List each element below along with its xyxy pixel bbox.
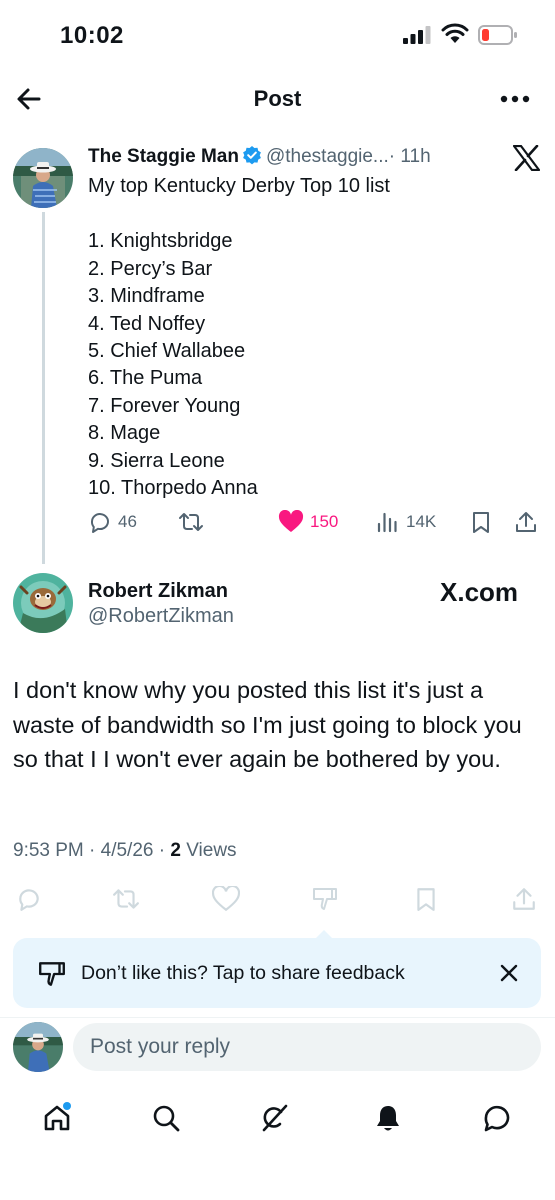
tweet-time: · 11h <box>388 146 431 167</box>
reply-button[interactable]: 46 <box>88 510 137 534</box>
dislike-icon <box>39 962 65 986</box>
share-icon[interactable] <box>511 886 537 912</box>
post-timestamp: 9:53 PM · 4/5/26 · <box>13 840 171 861</box>
dislike-icon[interactable] <box>311 886 339 912</box>
reply-count: 46 <box>118 512 137 531</box>
list-item: 7. Forever Young <box>88 394 241 417</box>
nav-notifications[interactable] <box>368 1098 408 1138</box>
reply-input[interactable] <box>73 1023 541 1071</box>
repost-button[interactable] <box>178 510 204 534</box>
heart-icon[interactable] <box>212 886 240 912</box>
list-item: 4. Ted Noffey <box>88 312 206 335</box>
list-item: 2. Percy’s Bar <box>88 257 213 280</box>
reply-text: I don't know why you posted this list it… <box>13 677 522 773</box>
like-count: 150 <box>310 512 339 531</box>
nav-home[interactable] <box>37 1098 77 1138</box>
tweet-actions: 46 150 14K <box>0 510 555 540</box>
notification-dot <box>63 1102 71 1110</box>
tweet-text: My top Kentucky Derby Top 10 list 1. Kni… <box>88 173 528 502</box>
x-logo-icon <box>513 145 540 171</box>
repost-icon <box>179 513 203 531</box>
feedback-text: Don’t like this? Tap to share feedback <box>81 962 405 984</box>
bookmark-icon <box>473 512 489 533</box>
list-item: 3. Mindframe <box>88 285 205 308</box>
views-count: 14K <box>406 512 437 531</box>
list-item: 8. Mage <box>88 422 161 445</box>
share-button[interactable] <box>514 510 538 534</box>
reply-actions <box>0 886 555 916</box>
close-icon[interactable] <box>499 963 519 983</box>
nav-search[interactable] <box>146 1098 186 1138</box>
battery-icon <box>478 25 517 45</box>
notifications-icon <box>377 1106 399 1131</box>
nav-grok[interactable] <box>254 1098 294 1138</box>
views-label: Views <box>180 840 237 861</box>
verified-badge-icon <box>243 146 261 165</box>
grok-icon <box>262 1104 288 1132</box>
views-icon <box>377 512 397 533</box>
tweet-header: The Staggie Man @thestaggie...· 11h <box>88 145 431 168</box>
avatar <box>13 1022 63 1072</box>
reply-icon <box>90 513 109 533</box>
top-header: Post <box>0 70 555 128</box>
status-time: 10:02 <box>60 22 124 49</box>
tweet-intro: My top Kentucky Derby Top 10 list <box>88 175 390 197</box>
cellular-signal-icon <box>403 26 431 44</box>
avatar[interactable] <box>13 573 73 633</box>
views-count: 2 <box>170 840 181 861</box>
reply-author-name[interactable]: Robert Zikman <box>88 580 228 603</box>
list-item: 6. The Puma <box>88 367 203 390</box>
views-button[interactable]: 14K <box>376 510 436 534</box>
share-icon <box>516 512 536 532</box>
feedback-banner[interactable]: Don’t like this? Tap to share feedback <box>13 930 541 1008</box>
list-item: 10. Thorpedo Anna <box>88 476 258 499</box>
bottom-nav <box>0 1092 555 1142</box>
post-meta: 9:53 PM · 4/5/26 · 2 Views <box>13 840 237 862</box>
author-handle[interactable]: @thestaggie... <box>266 146 389 167</box>
page-title: Post <box>253 86 302 111</box>
messages-icon <box>484 1105 510 1132</box>
heart-icon <box>278 510 304 532</box>
bookmark-button[interactable] <box>470 510 492 534</box>
reply-input-container <box>73 1023 541 1071</box>
search-icon <box>153 1105 180 1132</box>
reply-author-handle[interactable]: @RobertZikman <box>88 605 234 628</box>
divider <box>0 1017 555 1018</box>
wifi-icon <box>441 23 469 43</box>
more-icon[interactable] <box>499 84 531 114</box>
status-bar: 10:02 <box>0 0 555 70</box>
banner-pointer <box>315 930 333 939</box>
author-name[interactable]: The Staggie Man <box>88 146 239 167</box>
repost-icon[interactable] <box>112 886 140 912</box>
list-item: 1. Knightsbridge <box>88 230 233 253</box>
list-item: 5. Chief Wallabee <box>88 339 246 362</box>
avatar[interactable] <box>13 148 73 208</box>
like-button[interactable]: 150 <box>278 510 338 534</box>
list-item: 9. Sierra Leone <box>88 449 225 472</box>
reply-icon[interactable] <box>16 886 42 912</box>
x-com-watermark: X.com <box>440 577 519 607</box>
nav-messages[interactable] <box>477 1098 517 1138</box>
bookmark-icon[interactable] <box>414 886 438 912</box>
